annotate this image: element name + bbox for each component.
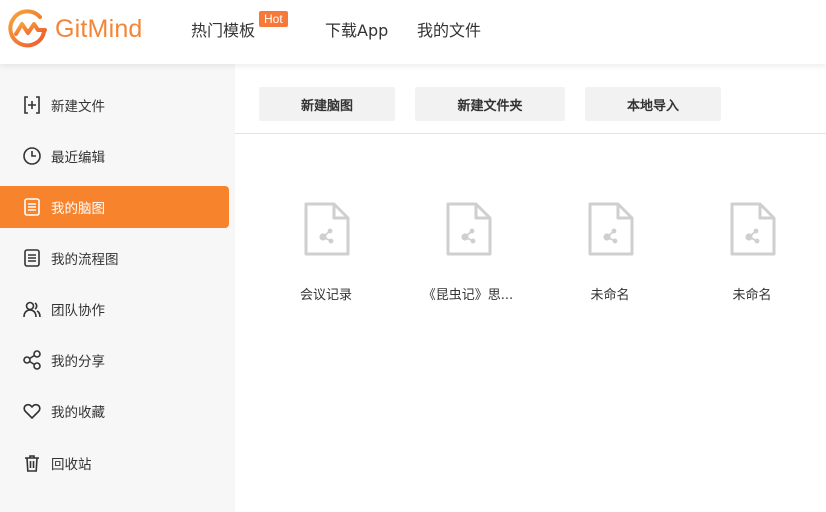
file-item[interactable]: 《昆虫记》思... xyxy=(398,200,538,310)
sidebar-item-my-flowcharts[interactable]: 我的流程图 xyxy=(0,237,229,279)
file-name: 未命名 xyxy=(590,288,630,303)
heart-icon xyxy=(22,401,42,421)
team-icon xyxy=(22,299,42,319)
top-bar: GitMind 热门模板 Hot 下载App 我的文件 xyxy=(0,0,826,64)
file-name: 未命名 xyxy=(732,288,772,303)
trash-icon xyxy=(22,453,42,473)
sidebar-item-trash[interactable]: 回收站 xyxy=(0,442,229,484)
local-import-button[interactable]: 本地导入 xyxy=(585,87,721,121)
nav-my-files[interactable]: 我的文件 xyxy=(417,17,481,41)
new-folder-button[interactable]: 新建文件夹 xyxy=(415,87,565,121)
mindmap-file-icon xyxy=(730,202,776,256)
sidebar-item-label: 我的分享 xyxy=(51,354,105,370)
file-name: 《昆虫记》思... xyxy=(422,288,514,303)
sidebar-item-my-shares[interactable]: 我的分享 xyxy=(0,339,229,381)
file-item[interactable]: 会议记录 xyxy=(256,200,396,310)
nav-download-app[interactable]: 下载App xyxy=(325,17,388,41)
toolbar: 新建脑图 新建文件夹 本地导入 xyxy=(235,64,826,134)
nav-templates[interactable]: 热门模板 xyxy=(191,17,255,41)
sidebar-item-new-file[interactable]: 新建文件 xyxy=(0,84,229,126)
sidebar: 新建文件 最近编辑 我的脑图 我的流程图 团队协作 我的分享 我的收藏 回收站 xyxy=(0,64,235,512)
new-file-icon xyxy=(22,95,42,115)
sidebar-item-label: 回收站 xyxy=(51,457,92,473)
hot-badge: Hot xyxy=(259,11,288,27)
sidebar-item-recent[interactable]: 最近编辑 xyxy=(0,135,229,177)
clock-icon xyxy=(22,146,42,166)
sidebar-item-team[interactable]: 团队协作 xyxy=(0,288,229,330)
file-item[interactable]: 未命名 xyxy=(682,200,822,310)
sidebar-item-label: 最近编辑 xyxy=(51,150,105,166)
new-mindmap-button[interactable]: 新建脑图 xyxy=(259,87,395,121)
flowchart-icon xyxy=(22,248,42,268)
brand-name: GitMind xyxy=(55,14,143,43)
mindmap-file-icon xyxy=(446,202,492,256)
sidebar-item-my-mindmaps[interactable]: 我的脑图 xyxy=(0,186,229,228)
sidebar-item-my-favorites[interactable]: 我的收藏 xyxy=(0,390,229,432)
file-name: 会议记录 xyxy=(299,288,352,303)
logo[interactable]: GitMind xyxy=(7,8,143,50)
mindmap-file-icon xyxy=(588,202,634,256)
share-icon xyxy=(22,350,42,370)
sidebar-item-label: 新建文件 xyxy=(51,99,105,115)
gitmind-logo-icon xyxy=(8,9,47,48)
sidebar-item-label: 我的流程图 xyxy=(51,252,119,268)
mindmap-file-icon xyxy=(304,202,350,256)
mindmap-icon xyxy=(22,197,42,217)
sidebar-item-label: 我的收藏 xyxy=(51,405,105,421)
sidebar-item-label: 我的脑图 xyxy=(51,201,105,217)
file-item[interactable]: 未命名 xyxy=(540,200,680,310)
sidebar-item-label: 团队协作 xyxy=(51,303,105,319)
